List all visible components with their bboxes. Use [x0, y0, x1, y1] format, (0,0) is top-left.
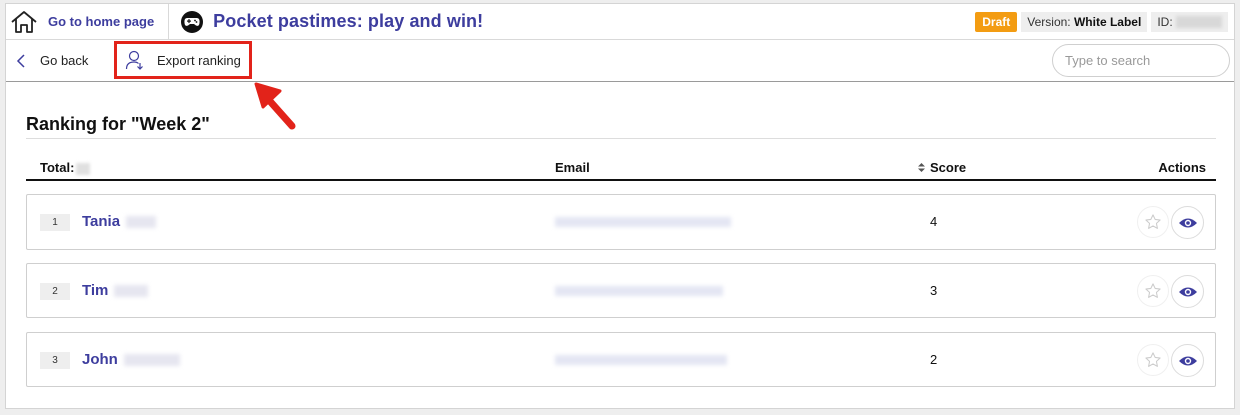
participant-score: 2: [930, 352, 938, 367]
eye-icon: [1178, 287, 1197, 296]
eye-icon: [1178, 356, 1197, 365]
eye-icon: [1178, 218, 1197, 227]
home-link[interactable]: Go to home page: [6, 4, 170, 39]
id-label: ID:: [1157, 14, 1173, 29]
column-actions: Actions: [1158, 160, 1206, 175]
game-title-area: Pocket pastimes: play and win!: [169, 10, 975, 33]
search-box: [1052, 44, 1240, 77]
favorite-button[interactable]: [1137, 206, 1169, 238]
page-title: Ranking for "Week 2": [26, 114, 210, 134]
sort-icon: [918, 163, 925, 172]
app-frame: Go to home page Pocket pastimes: play an…: [5, 3, 1240, 409]
column-email: Email: [555, 160, 590, 175]
column-score-sort[interactable]: Score: [917, 160, 966, 175]
version-prefix: Version:: [1027, 14, 1074, 29]
table-row: 2 Tim 3: [26, 263, 1216, 318]
table-row: 3 John 2: [26, 332, 1216, 387]
go-back-button[interactable]: Go back: [6, 53, 88, 69]
id-value-redacted: [1176, 16, 1222, 29]
total-value-redacted: [76, 162, 91, 175]
annotation-arrow-icon: [254, 82, 296, 130]
export-ranking-button[interactable]: Export ranking: [114, 41, 252, 79]
view-button[interactable]: [1171, 275, 1204, 308]
game-title: Pocket pastimes: play and win!: [213, 11, 484, 31]
toolbar: Go back Export ranking: [6, 40, 1240, 82]
user-export-icon: [125, 50, 143, 70]
version-value: White Label: [1073, 14, 1142, 29]
top-header: Go to home page Pocket pastimes: play an…: [6, 4, 1234, 40]
column-score-label: Score: [930, 160, 967, 175]
participant-email-redacted: [555, 355, 727, 365]
export-ranking-label: Export ranking: [157, 52, 241, 68]
participant-name: Tania: [82, 213, 157, 230]
star-icon: [1145, 214, 1161, 229]
divider: [26, 138, 1216, 139]
participant-name: John: [82, 351, 180, 368]
participant-email-redacted: [555, 286, 723, 296]
star-icon: [1145, 352, 1161, 367]
column-total: Total:: [40, 160, 91, 175]
favorite-button[interactable]: [1137, 344, 1169, 376]
go-back-label: Go back: [40, 53, 89, 68]
participant-last-name-redacted: [126, 215, 157, 228]
participant-first-name: Tim: [82, 282, 109, 299]
view-button[interactable]: [1171, 344, 1204, 377]
rank-badge: 1: [40, 214, 70, 231]
star-icon: [1145, 283, 1161, 298]
participant-last-name-redacted: [114, 284, 149, 297]
total-label: Total:: [40, 160, 75, 175]
participant-score: 3: [930, 283, 938, 298]
status-badge: Draft: [975, 11, 1018, 32]
rank-badge: 3: [40, 352, 70, 369]
participant-first-name: Tania: [82, 213, 121, 230]
home-icon: [11, 10, 37, 33]
version-chip: Version: White Label: [1021, 11, 1148, 32]
participant-name: Tim: [82, 282, 149, 299]
id-chip: ID:: [1151, 11, 1228, 32]
participant-last-name-redacted: [123, 353, 180, 366]
table-header: Total: Email Score Actions: [26, 154, 1216, 181]
gamepad-icon: [181, 10, 204, 33]
participant-email-redacted: [555, 217, 731, 227]
participant-first-name: John: [82, 351, 118, 368]
table-row: 1 Tania 4: [26, 194, 1216, 250]
view-button[interactable]: [1171, 206, 1204, 239]
chevron-left-icon: [16, 53, 25, 68]
rank-badge: 2: [40, 283, 70, 300]
game-meta: Draft Version: White Label ID:: [975, 11, 1234, 32]
home-link-label: Go to home page: [48, 14, 155, 29]
favorite-button[interactable]: [1137, 275, 1169, 307]
participant-score: 4: [930, 214, 938, 229]
search-input[interactable]: [1065, 53, 1240, 68]
